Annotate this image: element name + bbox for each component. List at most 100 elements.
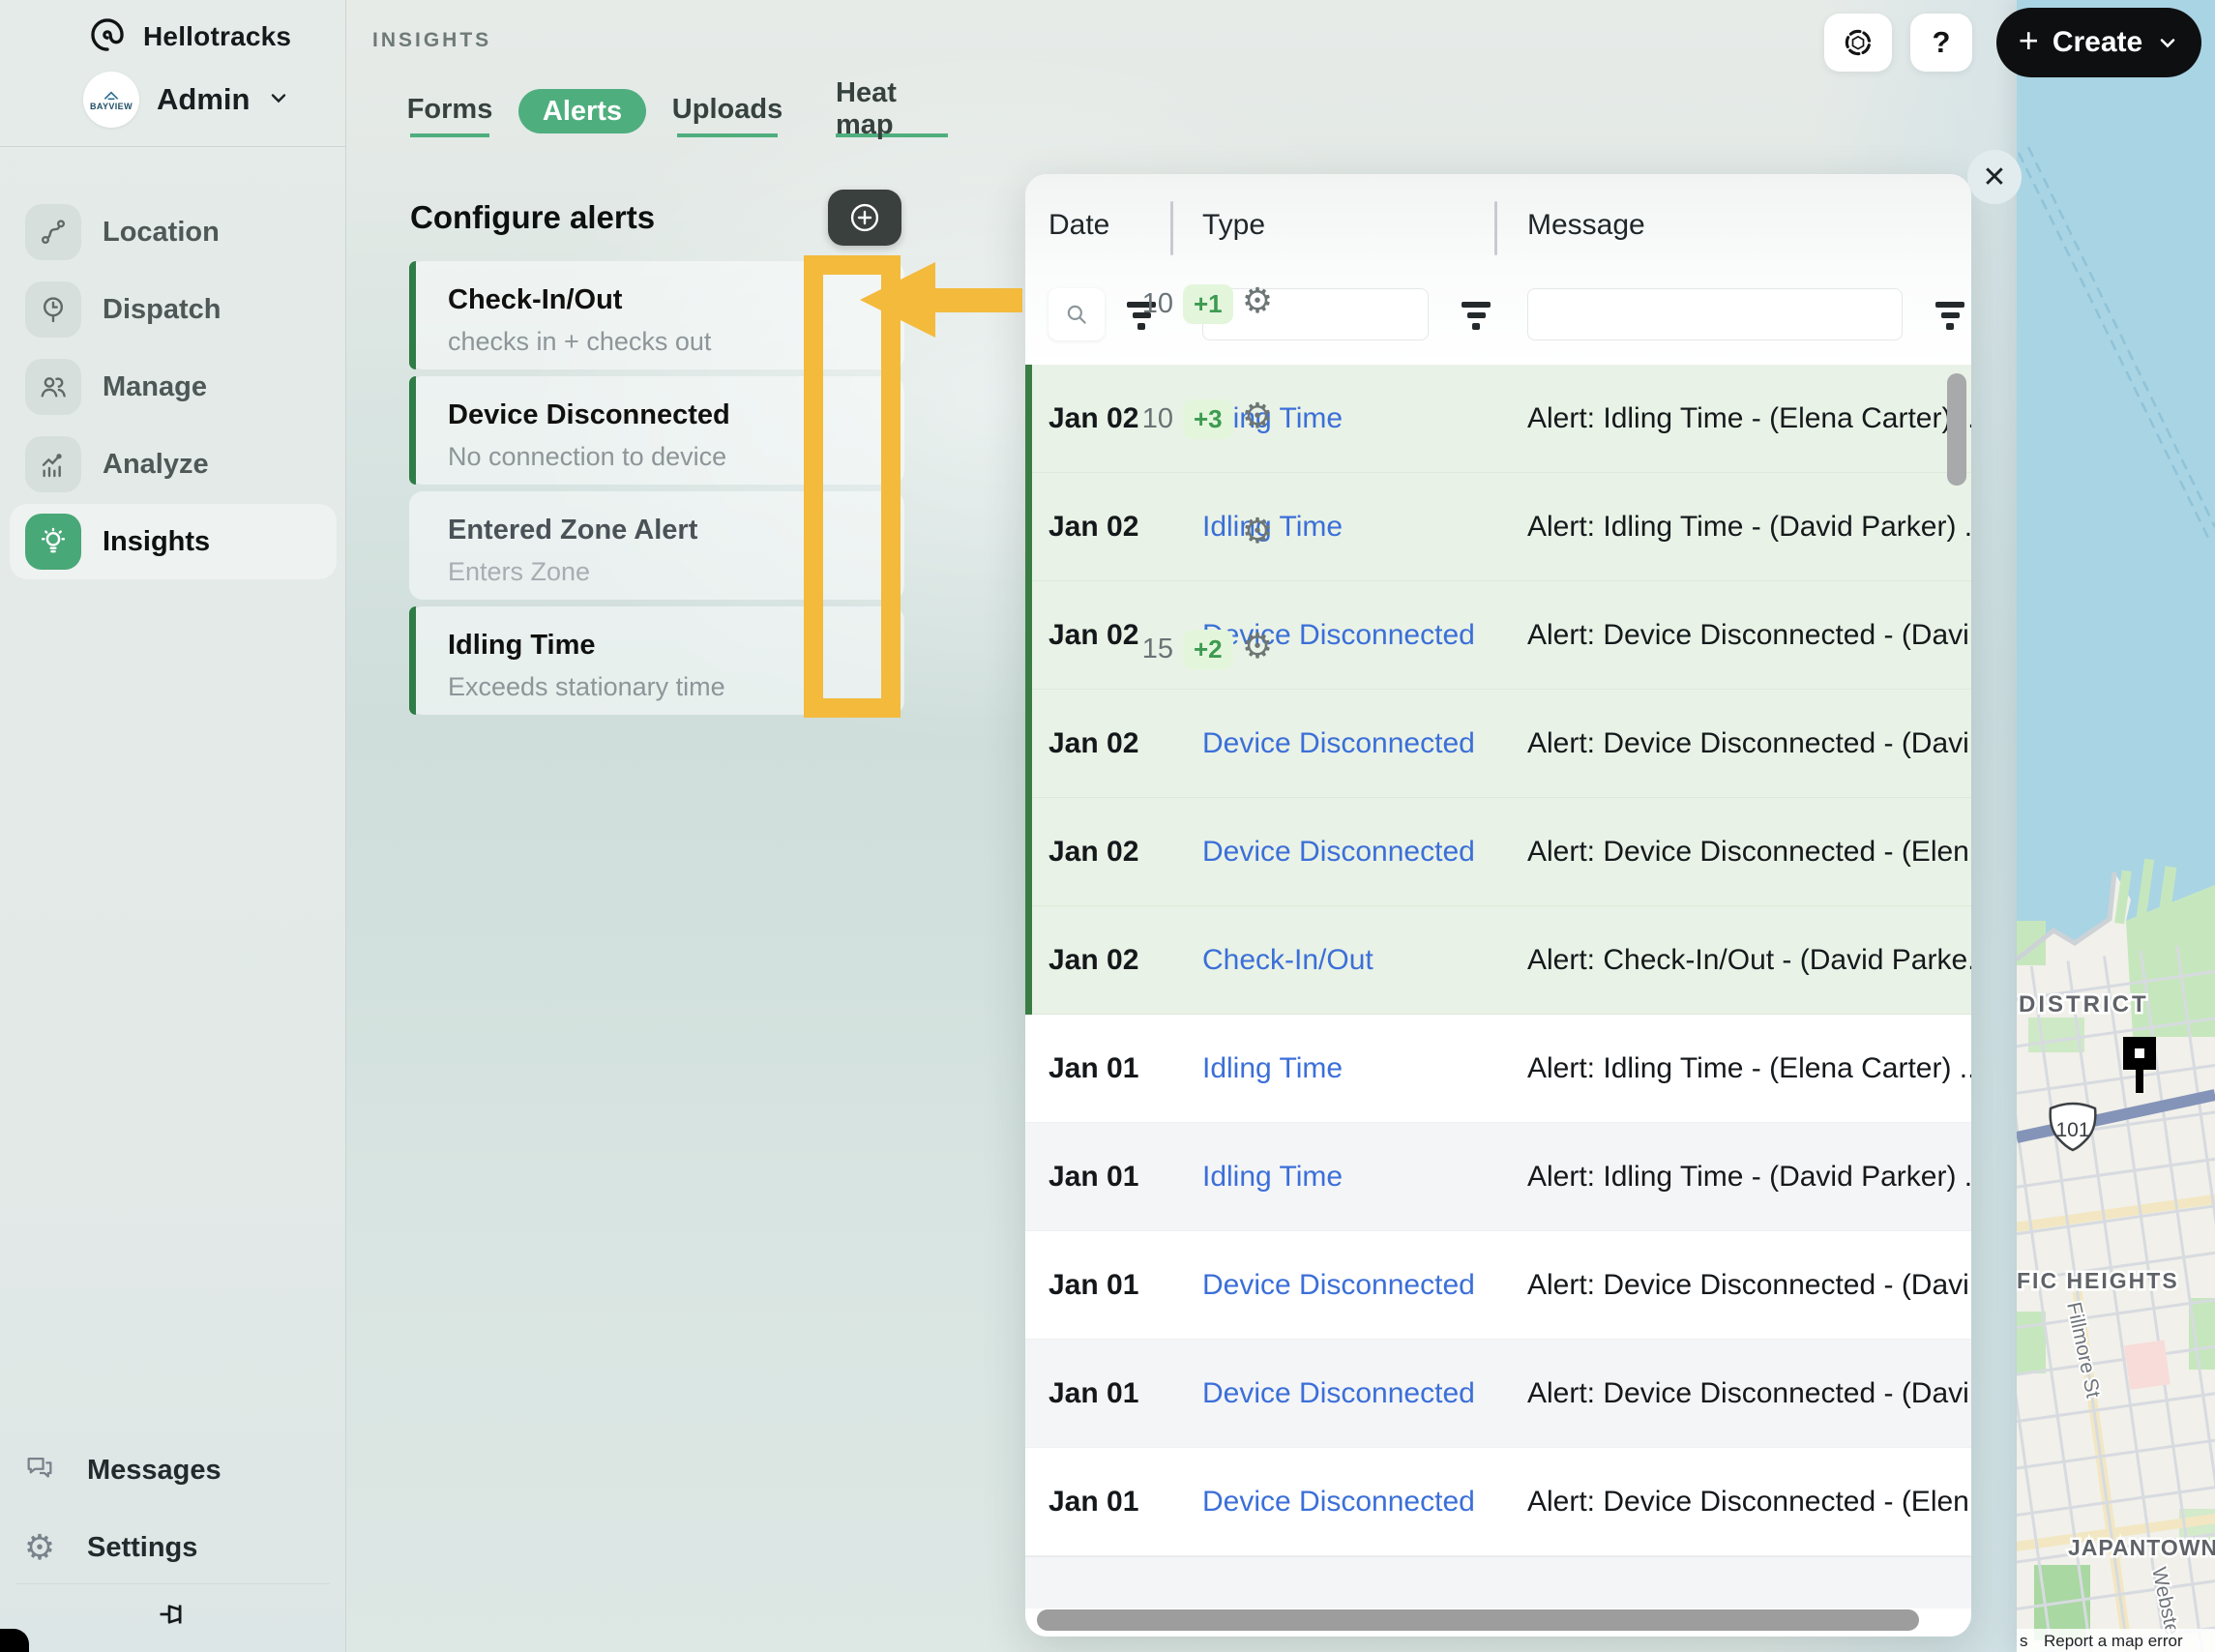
alert-config-entered-zone[interactable]: Entered Zone Alert Enters Zone ⚙ [409, 491, 1273, 600]
tab-uploads[interactable]: Uploads [672, 89, 783, 137]
close-icon: ✕ [1982, 161, 2007, 193]
type-filter-icon[interactable] [1461, 302, 1491, 330]
alert-config-device-disconnected[interactable]: Device Disconnected No connection to dev… [409, 376, 1273, 485]
new-alerts-badge: +3 [1183, 399, 1233, 439]
sidebar-item-dispatch[interactable]: Dispatch [10, 272, 337, 347]
alert-row[interactable]: Jan 01 Idling Time Alert: Idling Time - (E… [1025, 1015, 1971, 1123]
people-icon [25, 359, 81, 415]
plus-icon: + [2018, 20, 2039, 60]
gear-icon: ⚙ [23, 1527, 56, 1567]
alert-row[interactable]: Jan 01 Device Disconnected Alert: Device D… [1025, 1340, 1971, 1448]
column-header-date[interactable]: Date [1048, 209, 1109, 242]
alert-row[interactable]: Jan 01 Idling Time Alert: Idling Time - (D… [1025, 1123, 1971, 1231]
row-type[interactable]: Device Disconnected [1202, 1377, 1527, 1410]
partial-row [1025, 1556, 1971, 1608]
row-type[interactable]: Device Disconnected [1202, 727, 1527, 760]
help-button[interactable]: ? [1910, 14, 1972, 72]
alert-row[interactable]: Jan 01 Device Disconnected Alert: Device D… [1025, 1448, 1971, 1556]
plus-circle-icon [850, 203, 879, 232]
chevron-down-icon [267, 86, 290, 114]
ai-assistant-button[interactable] [1824, 14, 1892, 72]
alert-rows: Jan 02 Idling Time Alert: Idling Time - (E… [1025, 365, 1971, 1556]
page-title: INSIGHTS [372, 29, 492, 51]
row-date: Jan 01 [1048, 1269, 1139, 1301]
sidebar-item-messages[interactable]: Messages [23, 1441, 323, 1499]
alert-config-check-in-out[interactable]: Check-In/Out checks in + checks out 10 +… [409, 261, 1273, 369]
row-type[interactable]: Device Disconnected [1202, 1486, 1527, 1519]
chevron-down-icon [2160, 39, 2175, 48]
sidebar-item-analyze[interactable]: Analyze [10, 427, 337, 502]
app-screen: 101 DISTRICT FIC HEIGHTS JAPANTOWN Fillm… [0, 0, 2215, 1652]
sidebar-footer-divider [15, 1583, 330, 1584]
active-indicator-bar [409, 376, 416, 485]
sidebar-item-label: Settings [87, 1531, 198, 1563]
alert-count: 10 [1141, 403, 1173, 434]
row-message: Alert: Idling Time - (Elena Carter) ... [1527, 1052, 1971, 1084]
alert-count: 15 [1141, 634, 1173, 664]
close-panel-button[interactable]: ✕ [1967, 150, 2022, 204]
map-attribution-link[interactable]: Report a map error [2044, 1632, 2183, 1650]
row-type[interactable]: Device Disconnected [1202, 836, 1527, 869]
sidebar-item-settings[interactable]: ⚙ Settings [23, 1519, 323, 1577]
dispatch-clock-icon [25, 281, 81, 338]
row-message: Alert: Device Disconnected - (Davi. [1527, 727, 1971, 759]
row-type[interactable]: Idling Time [1202, 1161, 1527, 1194]
account-name: Admin [157, 82, 251, 116]
message-filter-input[interactable] [1527, 288, 1903, 340]
search-icon [1067, 305, 1086, 324]
column-header-type[interactable]: Type [1202, 209, 1265, 242]
sidebar-item-location[interactable]: Location [10, 194, 337, 270]
collapse-pin-button[interactable] [0, 1596, 345, 1633]
row-date: Jan 02 [1048, 836, 1139, 868]
svg-text:101: 101 [2055, 1119, 2089, 1141]
question-mark-icon: ? [1932, 25, 1951, 59]
row-highlight-bar [1025, 690, 1032, 798]
sidebar-item-label: Analyze [103, 448, 209, 480]
row-type[interactable]: Check-In/Out [1202, 944, 1527, 977]
alert-settings-gear-icon[interactable]: ⚙ [1234, 280, 1281, 321]
new-alerts-badge: +2 [1183, 630, 1233, 669]
alert-row[interactable]: Jan 02 Idling Time Alert: Idling Time - (D… [1025, 473, 1971, 581]
tab-heat-map[interactable]: Heat map [836, 77, 948, 140]
sidebar-item-insights[interactable]: Insights [10, 504, 337, 579]
row-type[interactable]: Device Disconnected [1202, 1269, 1527, 1302]
tab-alerts[interactable]: Alerts [518, 89, 646, 133]
column-divider[interactable] [1170, 201, 1173, 255]
alert-settings-gear-icon[interactable]: ⚙ [1234, 626, 1281, 666]
row-date: Jan 01 [1048, 1052, 1139, 1084]
horizontal-scrollbar[interactable] [1037, 1609, 1919, 1631]
alert-settings-gear-icon[interactable]: ⚙ [1234, 511, 1281, 551]
avatar-label: BAYVIEW [90, 101, 133, 111]
map-label-district: DISTRICT [2019, 991, 2149, 1018]
row-message: Alert: Idling Time - (David Parker) .. [1527, 1161, 1971, 1193]
date-search-box[interactable] [1048, 288, 1105, 340]
row-date: Jan 02 [1048, 944, 1139, 976]
pushpin-icon [160, 1605, 181, 1624]
column-header-message[interactable]: Message [1527, 209, 1645, 242]
alert-row[interactable]: Jan 02 Device Disconnected Alert: Device D… [1025, 690, 1971, 798]
alert-settings-gear-icon[interactable]: ⚙ [1234, 396, 1281, 436]
configure-alerts-title: Configure alerts [410, 199, 656, 235]
vertical-scrollbar[interactable] [1947, 373, 1966, 486]
route-icon [25, 204, 81, 260]
row-highlight-bar [1025, 798, 1032, 906]
map-panel[interactable]: 101 DISTRICT FIC HEIGHTS JAPANTOWN Fillm… [1932, 0, 2215, 1652]
active-indicator-bar [409, 606, 416, 715]
alert-config-idling-time[interactable]: Idling Time Exceeds stationary time 15 +… [409, 606, 1273, 715]
sidebar-item-label: Location [103, 216, 220, 248]
account-switcher[interactable]: BAYVIEW Admin [83, 70, 290, 130]
alert-row[interactable]: Jan 02 Check-In/Out Alert: Check-In/Out - … [1025, 906, 1971, 1015]
sidebar-item-label: Insights [103, 525, 211, 557]
alert-row[interactable]: Jan 02 Device Disconnected Alert: Device D… [1025, 798, 1971, 906]
message-filter-icon[interactable] [1934, 302, 1965, 330]
sidebar-item-label: Dispatch [103, 293, 222, 325]
create-button[interactable]: + Create [1996, 8, 2201, 77]
column-divider[interactable] [1494, 201, 1497, 255]
add-alert-button[interactable] [828, 190, 901, 246]
alert-count: 10 [1141, 288, 1173, 319]
map-label-pacific-heights: FIC HEIGHTS [2017, 1268, 2179, 1293]
tab-forms[interactable]: Forms [407, 89, 492, 137]
alert-row[interactable]: Jan 01 Device Disconnected Alert: Device D… [1025, 1231, 1971, 1340]
row-type[interactable]: Idling Time [1202, 1052, 1527, 1085]
sidebar-item-manage[interactable]: Manage [10, 349, 337, 425]
